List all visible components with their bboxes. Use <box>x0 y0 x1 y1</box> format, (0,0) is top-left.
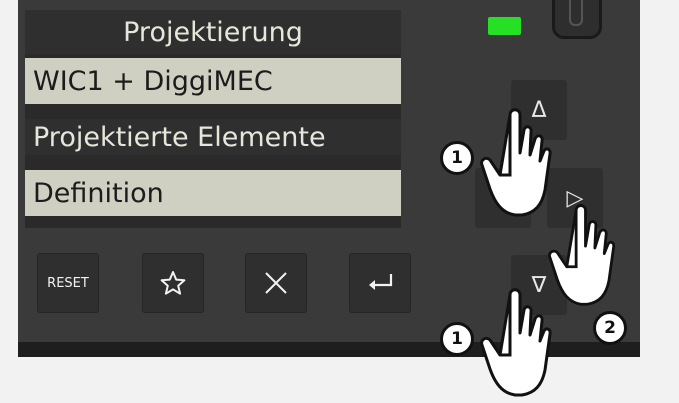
enter-button[interactable] <box>349 253 411 313</box>
star-icon <box>160 271 186 295</box>
usb-port <box>552 0 602 39</box>
reset-button[interactable]: RESET <box>37 253 99 313</box>
enter-icon <box>369 274 393 290</box>
menu-item-definition[interactable]: Definition <box>25 170 401 216</box>
reset-label: RESET <box>47 275 89 291</box>
favorite-button[interactable] <box>142 253 204 313</box>
step-1-badge: 1 <box>440 141 474 175</box>
close-icon <box>265 272 287 294</box>
menu-item-wic1-diggimec[interactable]: WIC1 + DiggiMEC <box>25 58 401 104</box>
usb-socket <box>569 0 583 26</box>
step-1-badge: 1 <box>440 322 474 356</box>
display-title: Projektierung <box>25 10 401 54</box>
status-led <box>488 17 521 35</box>
menu-item-projektierte-elemente[interactable]: Projektierte Elemente <box>25 119 401 155</box>
pointing-hand-icon <box>480 288 552 397</box>
cancel-button[interactable] <box>245 253 307 313</box>
step-2-badge: 2 <box>593 311 627 345</box>
lcd-display: Projektierung WIC1 + DiggiMEC Projektier… <box>25 10 401 228</box>
